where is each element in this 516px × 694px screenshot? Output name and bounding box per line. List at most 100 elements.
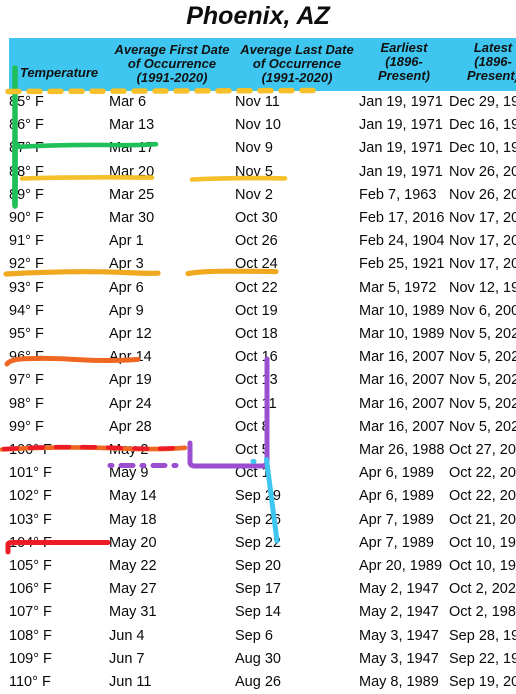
screenshot-root: Phoenix, AZ Temperature Average First Da… — [0, 0, 516, 690]
table-row: 87° F Mar 17 Nov 9 Jan 19, 1971 Dec 10, 1950 — [9, 137, 516, 160]
column-header-latest: Latest (1896-Present) — [449, 38, 516, 91]
cell-average-last-date: Nov 9 — [235, 140, 273, 157]
cell-earliest: Feb 17, 2016 — [359, 210, 445, 227]
cell-temperature: 101° F — [9, 465, 52, 482]
cell-latest: Dec 10, 1950 — [449, 140, 516, 157]
cell-earliest: Jan 19, 1971 — [359, 140, 443, 157]
table-row: 91° F Apr 1 Oct 26 Feb 24, 1904Nov 17, 2020 — [9, 230, 516, 253]
cell-average-first-date: May 18 — [109, 511, 157, 528]
cell-earliest: Apr 6, 1989 — [359, 488, 434, 505]
cell-temperature: 103° F — [9, 511, 52, 528]
column-header-earliest-line1: Earliest — [380, 40, 428, 55]
table-row: 97° F Apr 19 Oct 13 Mar 16, 2007Nov 5, 2020 — [9, 369, 516, 392]
cell-earliest: May 8, 1989 — [359, 674, 439, 691]
cell-earliest: Jan 19, 1971 — [359, 94, 443, 110]
cell-average-first-date: Mar 25 — [109, 186, 155, 203]
cell-average-first-date: Mar 6 — [109, 94, 147, 110]
column-header-last-line2: of Occurrence — [252, 56, 342, 71]
cell-latest: Nov 17, 2020 — [449, 233, 516, 250]
column-header-last-line3: (1991-2020) — [261, 70, 333, 85]
cell-average-last-date: Sep 22 — [235, 534, 281, 551]
cell-average-last-date: Sep 17 — [235, 581, 281, 598]
column-header-last-line1: Average Last Date — [240, 42, 354, 57]
cell-earliest: May 2, 1947 — [359, 604, 439, 621]
cell-temperature: 98° F — [9, 395, 44, 412]
cell-average-last-date: Oct 24 — [235, 256, 278, 273]
cell-latest: Oct 22, 2003 — [449, 488, 516, 505]
cell-earliest: Mar 16, 2007 — [359, 418, 445, 435]
cell-average-first-date: Mar 30 — [109, 210, 155, 227]
cell-earliest: Mar 5, 1972 — [359, 279, 437, 296]
cell-temperature: 87° F — [9, 140, 44, 157]
cell-average-last-date: Oct 16 — [235, 349, 278, 366]
cell-earliest: Jan 19, 1971 — [359, 163, 443, 180]
cell-average-first-date: May 27 — [109, 581, 157, 598]
cell-latest: Nov 5, 2020 — [449, 418, 516, 435]
cell-temperature: 106° F — [9, 581, 52, 598]
column-header-first-line1: Average First Date — [114, 42, 230, 57]
table-row: 106° F May 27 Sep 17 May 2, 1947 Oct 2, 2020 — [9, 578, 516, 601]
column-header-first-line3: (1991-2020) — [136, 70, 208, 85]
cell-average-first-date: May 20 — [109, 534, 157, 551]
cell-latest: Oct 27, 2016 — [449, 442, 516, 459]
cell-temperature: 89° F — [9, 186, 44, 203]
table-row: 96° F Apr 14 Oct 16 Mar 16, 2007Nov 5, 2020 — [9, 346, 516, 369]
cell-temperature: 93° F — [9, 279, 44, 296]
cell-average-last-date: Oct 13 — [235, 372, 278, 389]
cell-earliest: May 3, 1947 — [359, 650, 439, 667]
cell-average-last-date: Oct 8 — [235, 418, 270, 435]
cell-latest: Nov 26, 2017 — [449, 186, 516, 203]
table-row: 102° F May 14 Sep 29 Apr 6, 1989 Oct 22, 200… — [9, 485, 516, 508]
cell-earliest: May 2, 1947 — [359, 581, 439, 598]
cell-latest: Sep 28, 1992 — [449, 627, 516, 644]
cell-latest: Nov 26, 2017 — [449, 163, 516, 180]
cell-earliest: Mar 26, 1988 — [359, 442, 445, 459]
cell-average-last-date: Oct 11 — [235, 395, 277, 412]
table-row: 95° F Apr 12 Oct 18 Mar 10, 1989Nov 5, 2020 — [9, 323, 516, 346]
cell-average-first-date: Apr 9 — [109, 302, 144, 319]
column-header-first-line2: of Occurrence — [127, 56, 217, 71]
cell-temperature: 85° F — [9, 94, 44, 110]
cell-average-first-date: May 9 — [109, 465, 149, 482]
cell-average-last-date: Aug 26 — [235, 674, 281, 691]
cell-latest: Nov 5, 2020 — [449, 372, 516, 389]
cell-average-first-date: Mar 13 — [109, 117, 155, 134]
cell-average-last-date: Sep 14 — [235, 604, 281, 621]
cell-average-last-date: Oct 5 — [235, 442, 270, 459]
column-header-average-last-date: Average Last Date of Occurrence (1991-20… — [235, 38, 359, 91]
cell-average-last-date: Oct 1 — [235, 465, 270, 482]
cell-latest: Nov 6, 2007 — [449, 302, 516, 319]
cell-temperature: 97° F — [9, 372, 44, 389]
cell-latest: Sep 19, 2010 — [449, 674, 516, 691]
table-row: 93° F Apr 6 Oct 22 Mar 5, 1972 Nov 12, 1999 — [9, 277, 516, 300]
page-title: Phoenix, AZ — [186, 2, 330, 30]
cell-average-last-date: Oct 30 — [235, 210, 278, 227]
cell-temperature: 90° F — [9, 210, 44, 227]
cell-average-first-date: Jun 4 — [109, 627, 145, 644]
cell-average-first-date: Mar 17 — [109, 140, 155, 157]
cell-earliest: Mar 16, 2007 — [359, 372, 445, 389]
cell-latest: Oct 21, 2003 — [449, 511, 516, 528]
cell-average-last-date: Oct 19 — [235, 302, 278, 319]
cell-average-first-date: May 14 — [109, 488, 157, 505]
cell-earliest: Feb 24, 1904 — [359, 233, 445, 250]
table-row: 86° F Mar 13 Nov 10 Jan 19, 1971 Dec 16, 198… — [9, 114, 516, 137]
cell-temperature: 95° F — [9, 326, 44, 343]
cell-temperature: 100° F — [9, 442, 52, 459]
cell-temperature: 110° F — [9, 674, 51, 691]
cell-temperature: 86° F — [9, 117, 44, 134]
table-row: 110° F Jun 11 Aug 26 May 8, 1989 Sep 19, 201… — [9, 671, 516, 694]
column-header-average-first-date: Average First Date of Occurrence (1991-2… — [109, 38, 235, 91]
cell-average-first-date: Jun 11 — [109, 674, 152, 691]
cell-average-first-date: Apr 12 — [109, 326, 152, 343]
cell-latest: Oct 10, 1991 — [449, 534, 516, 551]
cell-temperature: 94° F — [9, 302, 44, 319]
cell-latest: Nov 5, 2020 — [449, 395, 516, 412]
table-row: 100° F May 2 Oct 5 Mar 26, 1988Oct 27, 2016 — [9, 439, 516, 462]
cell-latest: Oct 2, 2020 — [449, 581, 516, 598]
cell-average-last-date: Aug 30 — [235, 650, 281, 667]
column-header-earliest-line2: (1896-Present) — [377, 54, 431, 83]
cell-temperature: 109° F — [9, 650, 52, 667]
cell-average-last-date: Nov 5 — [235, 163, 273, 180]
table-header: Temperature Average First Date of Occurr… — [9, 38, 516, 91]
